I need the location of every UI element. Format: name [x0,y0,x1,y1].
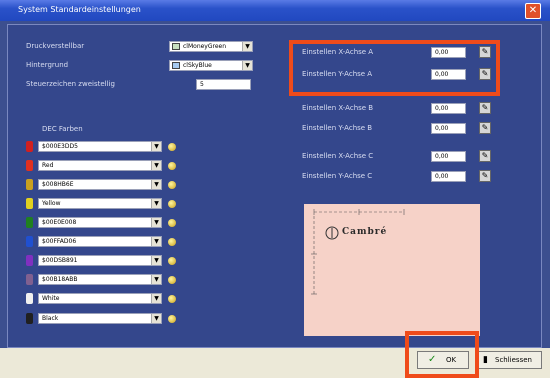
color-chip [26,236,33,247]
druckverstellbar-label: Druckverstellbar [26,42,85,50]
dec-color-value: White [42,295,60,302]
dec-color-value: $008HB6E [42,181,74,188]
edit-icon[interactable]: ✎ [479,102,491,114]
lightbulb-icon[interactable] [168,181,176,189]
lightbulb-icon[interactable] [168,315,176,323]
label-preview: Cambré [304,204,480,336]
dec-color-value: Black [42,315,59,322]
axis-input[interactable]: 0,00 [431,151,466,162]
axis-input[interactable]: 0,00 [431,103,466,114]
color-swatch [172,43,180,50]
hintergrund-value: clSkyBlue [183,62,212,69]
dec-color-select[interactable]: Black ▼ [38,313,162,324]
close-icon[interactable]: ✕ [525,3,541,19]
dec-color-select[interactable]: $00FFAD06 ▼ [38,236,162,247]
dec-color-select[interactable]: $00E0E008 ▼ [38,217,162,228]
color-chip [26,274,33,285]
edit-icon[interactable]: ✎ [479,170,491,182]
dec-color-select[interactable]: $00B18ABB ▼ [38,274,162,285]
dec-color-select[interactable]: $000E3DD5 ▼ [38,141,162,152]
preview-sample-text: Cambré [342,227,388,237]
steuerzeichen-label: Steuerzeichen zweistellig [26,80,115,88]
color-chip [26,313,33,324]
lightbulb-icon[interactable] [168,238,176,246]
color-chip [26,141,33,152]
hintergrund-select[interactable]: clSkyBlue ▼ [169,60,253,71]
dec-color-value: Red [42,162,54,169]
dec-color-select[interactable]: $008HB6E ▼ [38,179,162,190]
chevron-down-icon[interactable]: ▼ [242,42,252,51]
dec-colors-heading: DEC Farben [42,125,83,133]
color-swatch [172,62,180,69]
lightbulb-icon[interactable] [168,219,176,227]
chevron-down-icon[interactable]: ▼ [151,294,161,303]
door-icon: ▮ [483,355,488,365]
axis-label: Einstellen Y-Achse B [302,124,373,132]
dec-color-value: $00E0E008 [42,219,77,226]
dec-color-value: $000E3DD5 [42,143,78,150]
dec-color-value: $00FFAD06 [42,238,77,245]
color-chip [26,255,33,266]
lightbulb-icon[interactable] [168,295,176,303]
chevron-down-icon[interactable]: ▼ [151,199,161,208]
window-title: System Standardeinstellungen [18,5,141,14]
edit-icon[interactable]: ✎ [479,122,491,134]
dec-color-select[interactable]: Red ▼ [38,160,162,171]
chevron-down-icon[interactable]: ▼ [151,314,161,323]
hintergrund-label: Hintergrund [26,61,69,69]
lightbulb-icon[interactable] [168,257,176,265]
chevron-down-icon[interactable]: ▼ [151,161,161,170]
color-chip [26,293,33,304]
ruler-graphic [311,209,405,295]
color-chip [26,198,33,209]
dec-color-select[interactable]: $00DSB891 ▼ [38,255,162,266]
steuerzeichen-input[interactable]: 5 [196,79,251,90]
lightbulb-icon[interactable] [168,162,176,170]
druckverstellbar-select[interactable]: clMoneyGreen ▼ [169,41,253,52]
color-chip [26,160,33,171]
dialog-window: System Standardeinstellungen ✕ Druckvers… [0,0,550,378]
chevron-down-icon[interactable]: ▼ [242,61,252,70]
axis-label: Einstellen Y-Achse C [302,172,373,180]
dec-color-select[interactable]: White ▼ [38,293,162,304]
lightbulb-icon[interactable] [168,276,176,284]
chevron-down-icon[interactable]: ▼ [151,218,161,227]
chevron-down-icon[interactable]: ▼ [151,256,161,265]
close-button[interactable]: ▮ Schliessen [478,351,542,369]
chevron-down-icon[interactable]: ▼ [151,275,161,284]
color-chip [26,217,33,228]
chevron-down-icon[interactable]: ▼ [151,237,161,246]
lightbulb-icon[interactable] [168,143,176,151]
color-chip [26,179,33,190]
title-bar: System Standardeinstellungen ✕ [0,0,550,21]
axis-label: Einstellen X-Achse B [302,104,374,112]
close-label: Schliessen [495,356,532,364]
dec-color-value: $00DSB891 [42,257,78,264]
dec-color-value: $00B18ABB [42,276,78,283]
dec-color-select[interactable]: Yellow ▼ [38,198,162,209]
axis-input[interactable]: 0,00 [431,171,466,182]
lightbulb-icon[interactable] [168,200,176,208]
axis-a-highlight [289,40,500,96]
axis-label: Einstellen X-Achse C [302,152,374,160]
chevron-down-icon[interactable]: ▼ [151,142,161,151]
ok-button-highlight [405,331,479,378]
chevron-down-icon[interactable]: ▼ [151,180,161,189]
axis-input[interactable]: 0,00 [431,123,466,134]
druckverstellbar-value: clMoneyGreen [183,43,227,50]
edit-icon[interactable]: ✎ [479,150,491,162]
dec-color-value: Yellow [42,200,61,207]
